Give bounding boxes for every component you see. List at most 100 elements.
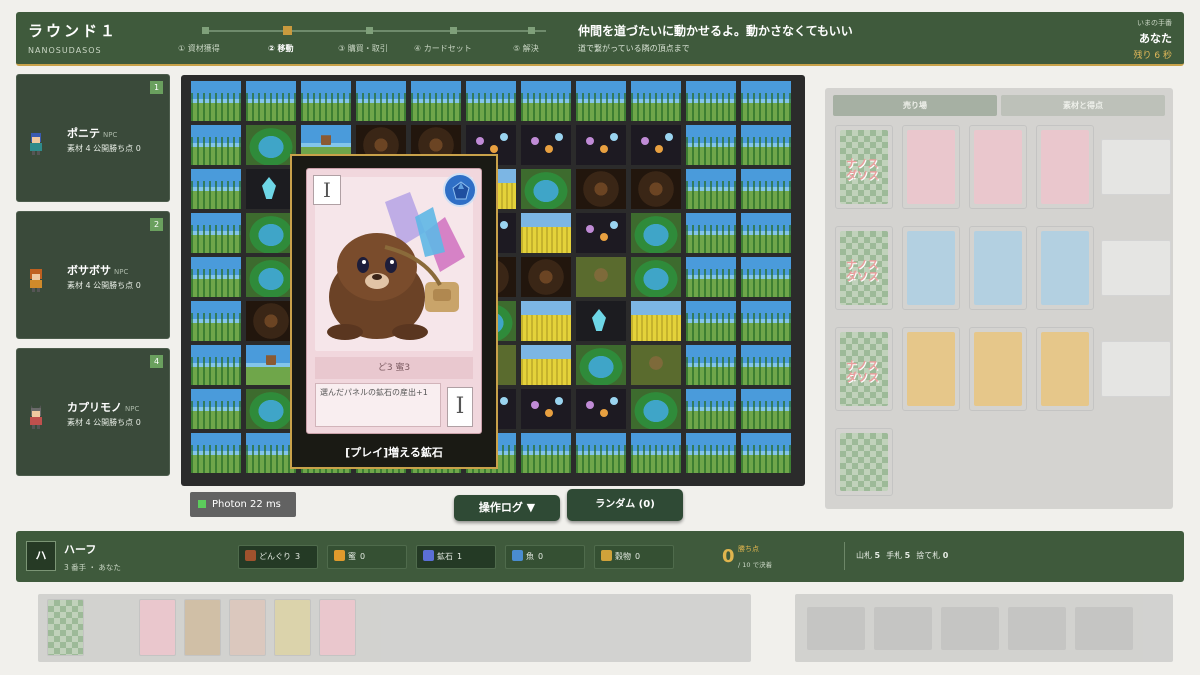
- market-card[interactable]: [902, 125, 960, 209]
- random-button[interactable]: ランダム (0): [567, 489, 683, 521]
- board-tile[interactable]: [686, 301, 736, 341]
- hand-card[interactable]: [229, 599, 266, 656]
- board-tile[interactable]: [356, 81, 406, 121]
- market-deck[interactable]: ナノス ダソス: [835, 125, 893, 209]
- board-tile[interactable]: [246, 81, 296, 121]
- hand-card[interactable]: [274, 599, 311, 656]
- board-tile[interactable]: [741, 301, 791, 341]
- board-tile[interactable]: [741, 433, 791, 473]
- board-tile[interactable]: [521, 169, 571, 209]
- board-tile[interactable]: [686, 169, 736, 209]
- board-tile[interactable]: [411, 81, 461, 121]
- board-tile[interactable]: [191, 81, 241, 121]
- board-tile[interactable]: [576, 389, 626, 429]
- board-tile[interactable]: [576, 433, 626, 473]
- board-tile[interactable]: [631, 345, 681, 385]
- board-tile[interactable]: [631, 257, 681, 297]
- board-tile[interactable]: [686, 433, 736, 473]
- board-tile[interactable]: [301, 81, 351, 121]
- draw-pile[interactable]: [47, 599, 84, 656]
- board-tile[interactable]: [521, 213, 571, 253]
- board-tile[interactable]: [521, 257, 571, 297]
- board-tile[interactable]: [576, 213, 626, 253]
- board-tile[interactable]: [576, 169, 626, 209]
- tab-shop[interactable]: 売り場: [833, 95, 997, 116]
- board-tile[interactable]: [741, 169, 791, 209]
- instruction-sub: 道で繋がっている隣の頂点まで: [578, 44, 690, 53]
- board-tile[interactable]: [686, 257, 736, 297]
- market-card[interactable]: [902, 226, 960, 310]
- market-card[interactable]: [1036, 226, 1094, 310]
- tab-resources-points[interactable]: 素材と得点: [1001, 95, 1165, 116]
- market-deck[interactable]: ナノス ダソス: [835, 226, 893, 310]
- board-tile[interactable]: [191, 125, 241, 165]
- board-tile[interactable]: [246, 213, 296, 253]
- market-card[interactable]: [1036, 125, 1094, 209]
- board-tile[interactable]: [191, 345, 241, 385]
- board-tile[interactable]: [246, 257, 296, 297]
- board-tile[interactable]: [246, 301, 296, 341]
- board-tile[interactable]: [191, 213, 241, 253]
- board-tile[interactable]: [741, 213, 791, 253]
- market-card[interactable]: [969, 125, 1027, 209]
- board-tile[interactable]: [631, 125, 681, 165]
- card-slot[interactable]: [807, 607, 865, 650]
- board-tile[interactable]: [246, 433, 296, 473]
- hand-card[interactable]: [184, 599, 221, 656]
- board-tile[interactable]: [741, 125, 791, 165]
- board-tile[interactable]: [521, 81, 571, 121]
- board-tile[interactable]: [191, 301, 241, 341]
- board-tile[interactable]: [686, 213, 736, 253]
- board-tile[interactable]: [741, 389, 791, 429]
- player-panel-3[interactable]: 4 カプリモノ NPC 素材 4 公開勝ち点 0: [16, 348, 170, 476]
- card-slot[interactable]: [941, 607, 999, 650]
- board-tile[interactable]: [631, 301, 681, 341]
- board-tile[interactable]: [686, 389, 736, 429]
- board-tile[interactable]: [246, 169, 296, 209]
- market-deck[interactable]: [835, 428, 893, 496]
- board-tile[interactable]: [191, 433, 241, 473]
- board-tile[interactable]: [576, 301, 626, 341]
- board-tile[interactable]: [741, 257, 791, 297]
- board-tile[interactable]: [686, 345, 736, 385]
- board-tile[interactable]: [191, 169, 241, 209]
- hand-card[interactable]: [319, 599, 356, 656]
- board-tile[interactable]: [246, 125, 296, 165]
- board-tile[interactable]: [246, 345, 296, 385]
- board-tile[interactable]: [631, 213, 681, 253]
- board-tile[interactable]: [191, 389, 241, 429]
- card-slot[interactable]: [1008, 607, 1066, 650]
- market-deck[interactable]: ナノス ダソス: [835, 327, 893, 411]
- board-tile[interactable]: [246, 389, 296, 429]
- board-tile[interactable]: [521, 433, 571, 473]
- board-tile[interactable]: [521, 345, 571, 385]
- hand-card[interactable]: [139, 599, 176, 656]
- board-tile[interactable]: [576, 345, 626, 385]
- action-log-button[interactable]: 操作ログ ▼: [454, 495, 560, 521]
- player-panel-1[interactable]: 1 ポニテ NPC 素材 4 公開勝ち点 0: [16, 74, 170, 202]
- board-tile[interactable]: [521, 125, 571, 165]
- card-slot[interactable]: [1075, 607, 1133, 650]
- board-tile[interactable]: [686, 81, 736, 121]
- market-card[interactable]: [1036, 327, 1094, 411]
- market-card[interactable]: [969, 226, 1027, 310]
- board-tile[interactable]: [631, 433, 681, 473]
- board-tile[interactable]: [466, 81, 516, 121]
- market-card[interactable]: [969, 327, 1027, 411]
- board-tile[interactable]: [741, 81, 791, 121]
- board-tile[interactable]: [521, 301, 571, 341]
- card-slot[interactable]: [874, 607, 932, 650]
- board-tile[interactable]: [576, 81, 626, 121]
- board-tile[interactable]: [631, 389, 681, 429]
- board-tile[interactable]: [631, 81, 681, 121]
- board-tile[interactable]: [576, 125, 626, 165]
- card-preview-popup[interactable]: I ど3 蜜3 選んだパネルの鉱石の産出+1 I [プレイ]増える鉱石: [290, 154, 498, 469]
- board-tile[interactable]: [686, 125, 736, 165]
- board-tile[interactable]: [191, 257, 241, 297]
- board-tile[interactable]: [741, 345, 791, 385]
- market-card[interactable]: [902, 327, 960, 411]
- board-tile[interactable]: [631, 169, 681, 209]
- board-tile[interactable]: [576, 257, 626, 297]
- board-tile[interactable]: [521, 389, 571, 429]
- player-panel-2[interactable]: 2 ボサボサ NPC 素材 4 公開勝ち点 0: [16, 211, 170, 339]
